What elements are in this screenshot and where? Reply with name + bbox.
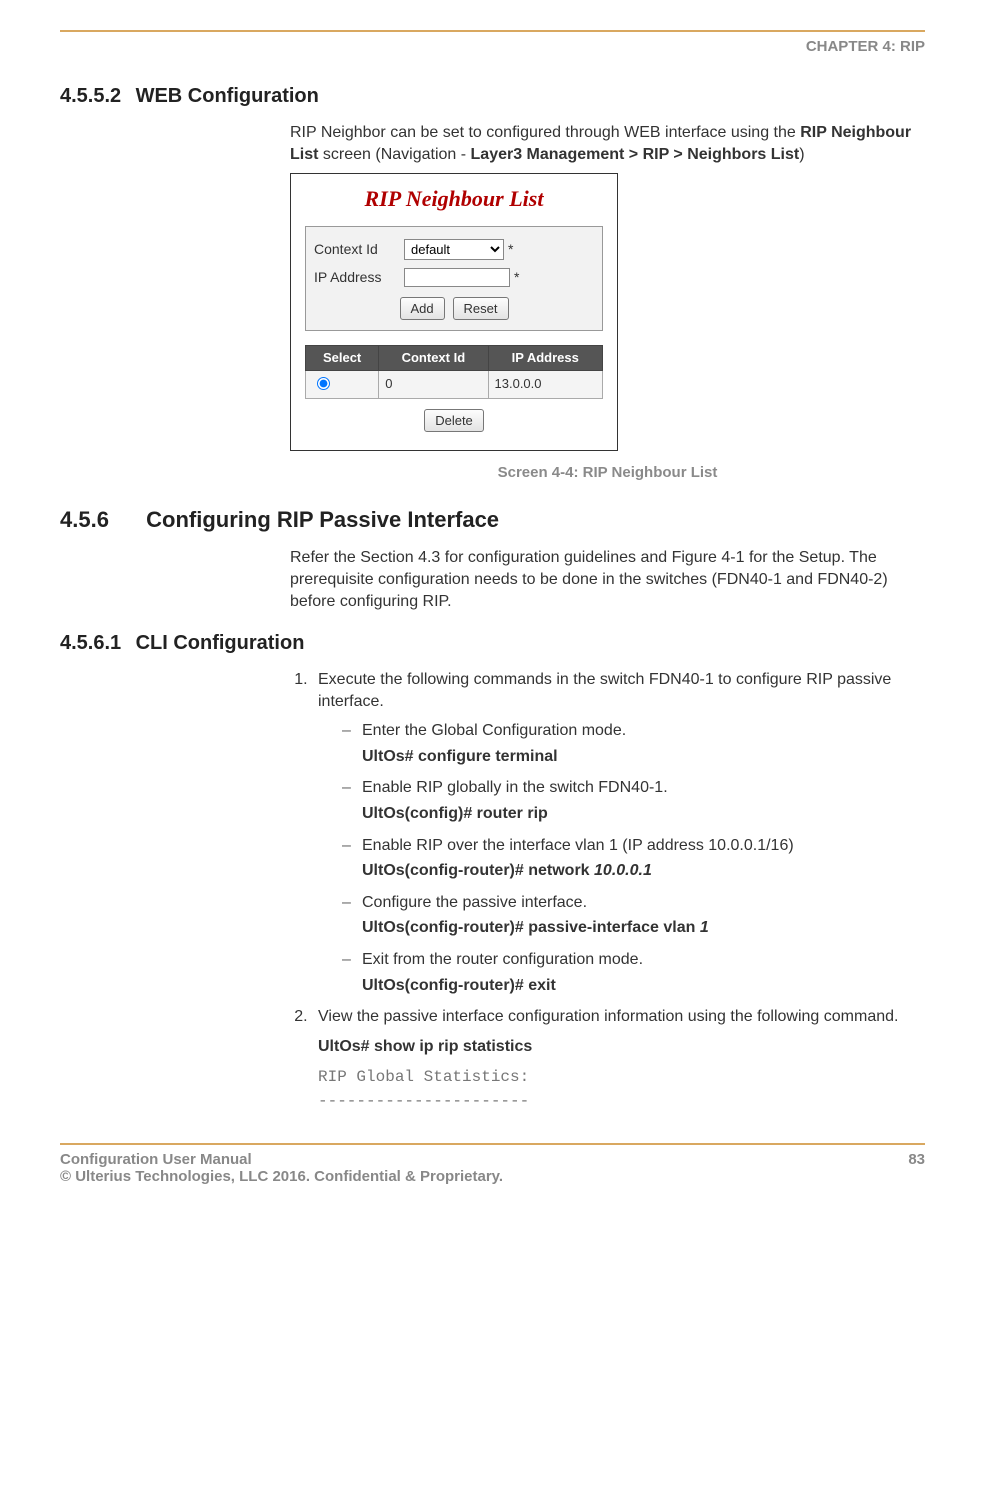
step-2-cmd: UltOs# show ip rip statistics	[318, 1036, 925, 1058]
substep-3: Enable RIP over the interface vlan 1 (IP…	[342, 835, 925, 882]
row-context: 0	[379, 370, 488, 398]
section-456-para: Refer the Section 4.3 for configuration …	[290, 547, 925, 612]
step-2-text: View the passive interface configuration…	[318, 1008, 898, 1025]
section-4552-title: WEB Configuration	[136, 85, 319, 107]
ip-address-label: IP Address	[314, 268, 404, 287]
intro-pre: RIP Neighbor can be set to configured th…	[290, 124, 800, 141]
table-row: 0 13.0.0.0	[306, 370, 603, 398]
output-line-1: RIP Global Statistics:	[318, 1067, 925, 1089]
substep-3-cmd: UltOs(config-router)# network 10.0.0.1	[362, 860, 925, 882]
section-4561-heading: 4.5.6.1 CLI Configuration	[60, 632, 925, 655]
section-4561-number: 4.5.6.1	[60, 632, 130, 655]
screenshot-title: RIP Neighbour List	[299, 184, 609, 214]
substep-5: Exit from the router configuration mode.…	[342, 949, 925, 996]
figure-caption: Screen 4-4: RIP Neighbour List	[290, 463, 925, 483]
substep-1-cmd: UltOs# configure terminal	[362, 746, 925, 768]
add-button[interactable]: Add	[400, 297, 445, 321]
footer-copyright: © Ulterius Technologies, LLC 2016. Confi…	[60, 1168, 503, 1185]
substep-2: Enable RIP globally in the switch FDN40-…	[342, 777, 925, 824]
footer-left: Configuration User Manual © Ulterius Tec…	[60, 1151, 503, 1185]
footer-page-number: 83	[908, 1151, 925, 1185]
section-4552-intro: RIP Neighbor can be set to configured th…	[290, 122, 925, 165]
rip-neighbour-screenshot: RIP Neighbour List Context Id default * …	[290, 173, 618, 451]
col-select: Select	[306, 346, 379, 371]
neighbour-table: Select Context Id IP Address 0 13.0.0.0	[305, 345, 603, 398]
substep-3-cmd-ital: 10.0.0.1	[594, 862, 652, 879]
row-ip: 13.0.0.0	[488, 370, 602, 398]
ip-address-input[interactable]	[404, 268, 510, 287]
section-456-title: Configuring RIP Passive Interface	[146, 507, 499, 532]
neighbour-form: Context Id default * IP Address *	[305, 226, 603, 332]
col-context: Context Id	[379, 346, 488, 371]
substep-3-cmd-pre: UltOs(config-router)# network	[362, 862, 594, 879]
substep-2-text: Enable RIP globally in the switch FDN40-…	[362, 779, 668, 796]
output-line-2: ----------------------	[318, 1091, 925, 1113]
delete-button[interactable]: Delete	[424, 409, 484, 433]
substep-4: Configure the passive interface. UltOs(c…	[342, 892, 925, 939]
intro-mid: screen (Navigation -	[318, 146, 470, 163]
row-select-radio[interactable]	[317, 377, 330, 390]
context-id-label: Context Id	[314, 240, 404, 259]
context-id-select[interactable]: default	[404, 239, 504, 260]
step-1: Execute the following commands in the sw…	[312, 669, 925, 996]
step-2: View the passive interface configuration…	[312, 1006, 925, 1028]
intro-bold2: Layer3 Management > RIP > Neighbors List	[471, 146, 800, 163]
section-456-number: 4.5.6	[60, 507, 140, 533]
substep-4-cmd: UltOs(config-router)# passive-interface …	[362, 917, 925, 939]
reset-button[interactable]: Reset	[453, 297, 509, 321]
chapter-header: CHAPTER 4: RIP	[60, 38, 925, 55]
substep-5-cmd: UltOs(config-router)# exit	[362, 975, 925, 997]
substep-4-cmd-pre: UltOs(config-router)# passive-interface …	[362, 919, 700, 936]
col-ip: IP Address	[488, 346, 602, 371]
section-4552-heading: 4.5.5.2 WEB Configuration	[60, 85, 925, 108]
substep-2-cmd: UltOs(config)# router rip	[362, 803, 925, 825]
footer-title: Configuration User Manual	[60, 1151, 503, 1168]
substep-4-text: Configure the passive interface.	[362, 894, 587, 911]
context-asterisk: *	[508, 240, 513, 259]
section-4561-title: CLI Configuration	[136, 632, 305, 654]
substep-1: Enter the Global Configuration mode. Ult…	[342, 720, 925, 767]
substep-1-text: Enter the Global Configuration mode.	[362, 722, 626, 739]
step-1-text: Execute the following commands in the sw…	[318, 671, 891, 710]
section-456-heading: 4.5.6 Configuring RIP Passive Interface	[60, 507, 925, 533]
section-4552-number: 4.5.5.2	[60, 85, 130, 108]
ip-asterisk: *	[514, 268, 519, 287]
substep-5-text: Exit from the router configuration mode.	[362, 951, 643, 968]
substep-4-cmd-ital: 1	[700, 919, 709, 936]
substep-3-text: Enable RIP over the interface vlan 1 (IP…	[362, 837, 794, 854]
intro-end: )	[799, 146, 804, 163]
